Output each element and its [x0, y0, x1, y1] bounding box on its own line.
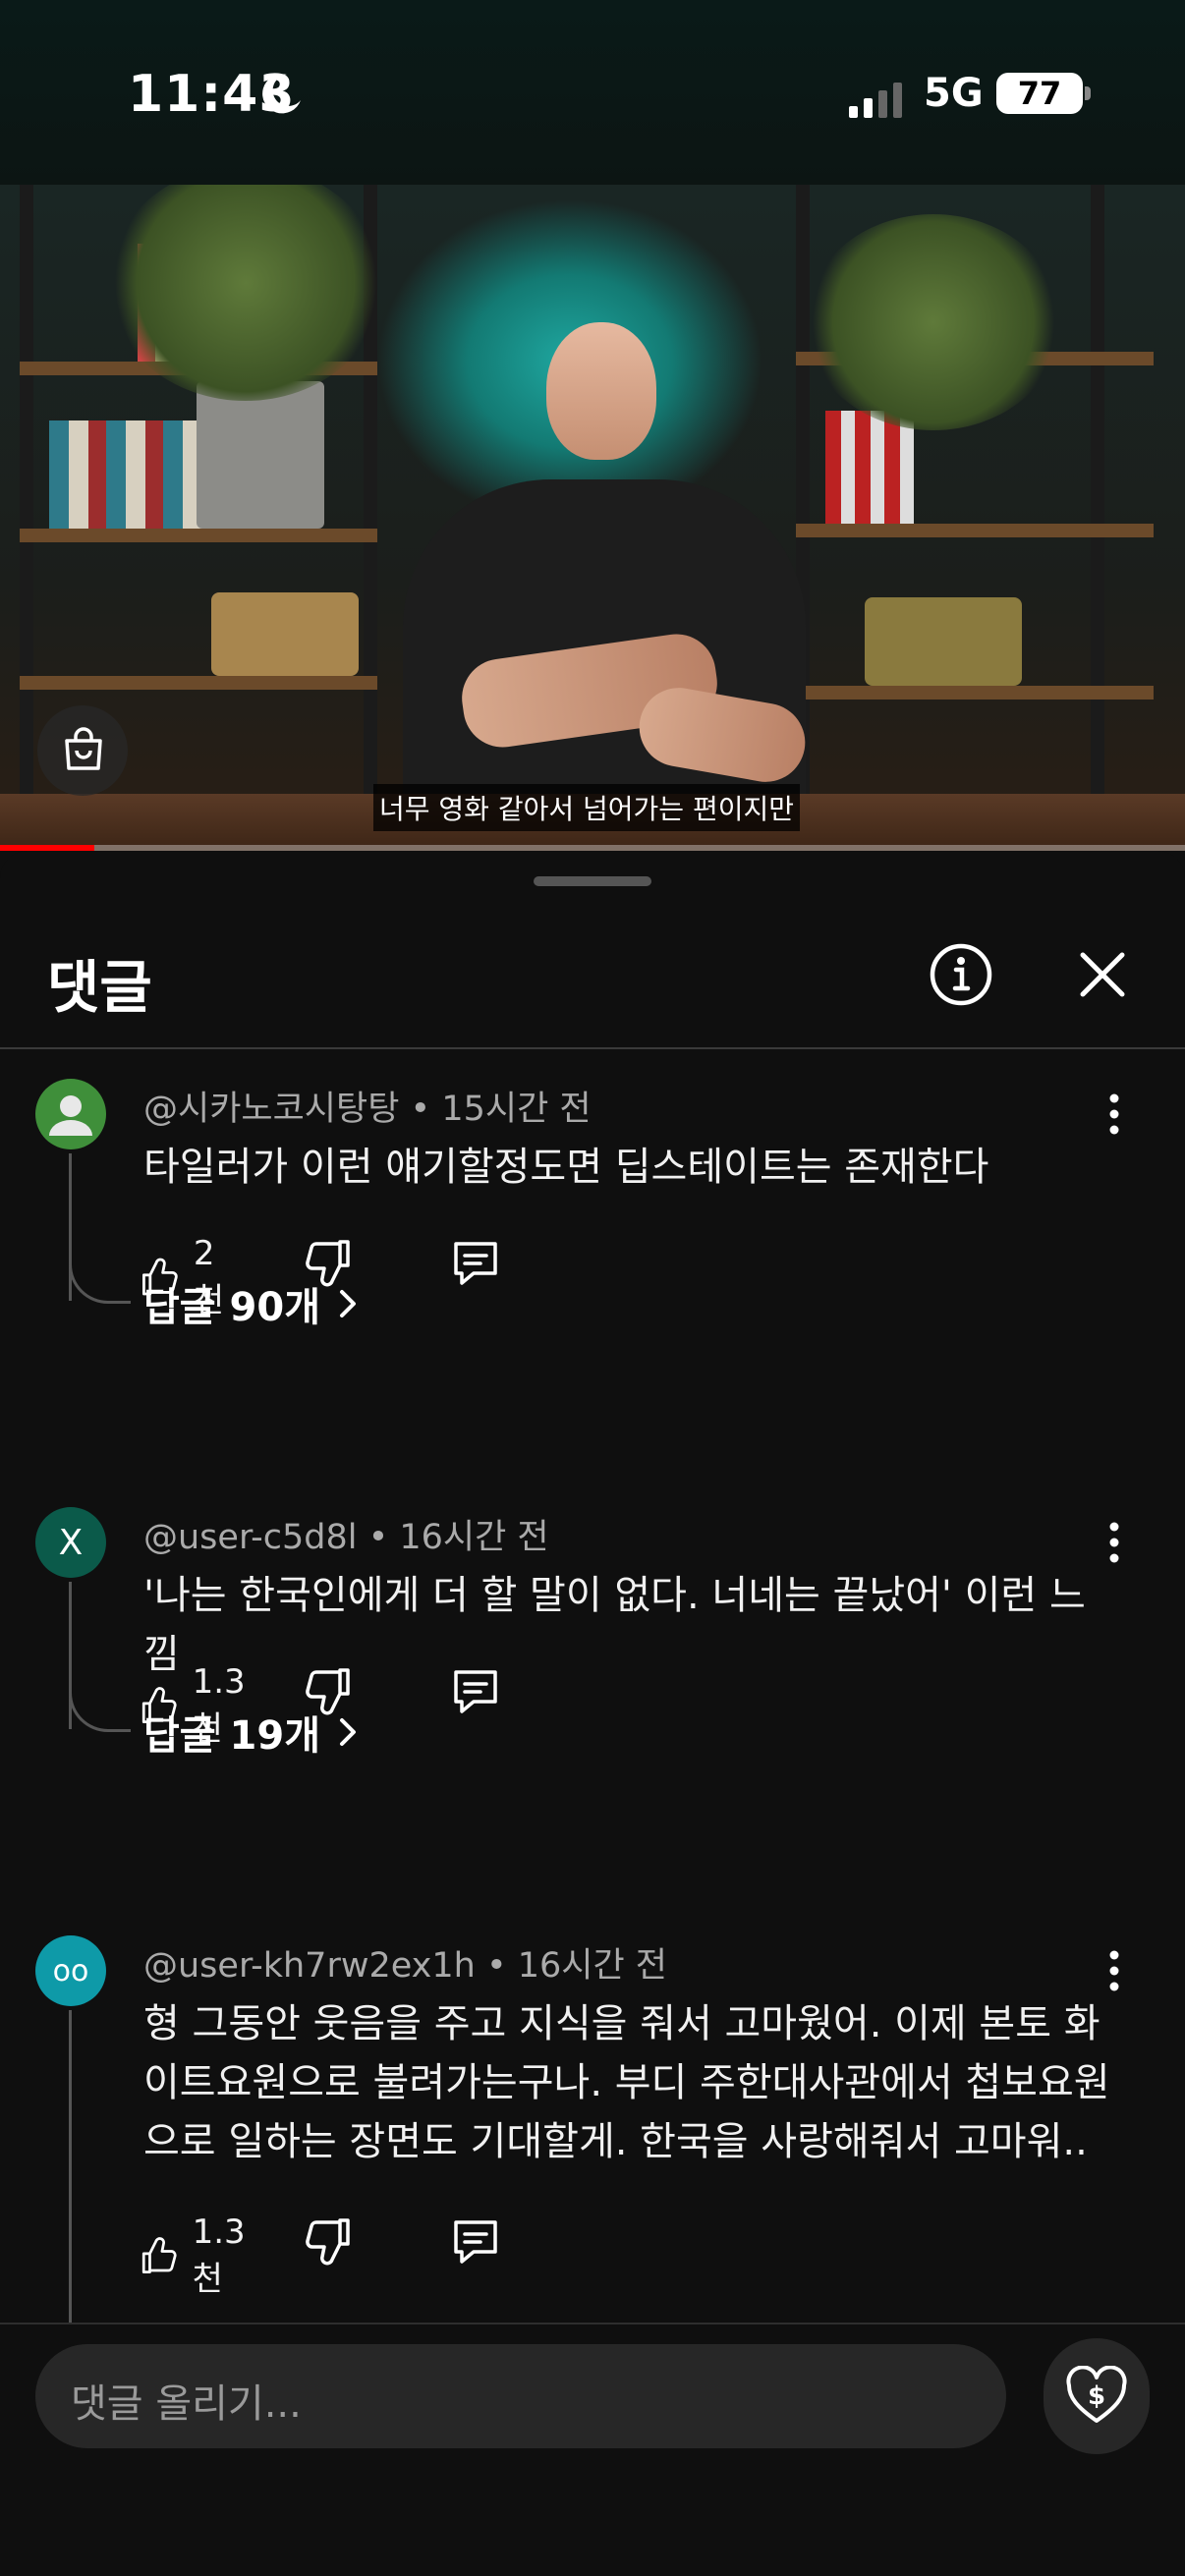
close-icon	[1080, 952, 1125, 997]
svg-text:$: $	[1088, 2381, 1105, 2411]
battery-tip	[1085, 86, 1091, 100]
basket	[211, 592, 359, 676]
avatar-letter: oo	[52, 1953, 89, 1988]
comment-item: @시카노코시탕탕 • 15시간 전 타일러가 이런 얘기할정도면 딥스테이트는 …	[0, 1079, 1185, 1334]
shopping-bag-button[interactable]	[37, 705, 128, 796]
thread-curve	[69, 1680, 131, 1732]
battery-icon: 77	[996, 73, 1083, 114]
avatar[interactable]: oo	[35, 1935, 106, 2006]
heart-dollar-icon: $	[1066, 2366, 1127, 2423]
comment-text: 타일러가 이런 얘기할정도면 딥스테이트는 존재한다	[143, 1145, 989, 1190]
thumbs-up-icon	[141, 2236, 177, 2273]
shelf-post	[1091, 185, 1104, 794]
sheet-title: 댓글	[47, 954, 152, 1021]
like-count: 1.3천	[192, 2212, 246, 2299]
reply-comment-icon	[454, 2220, 497, 2264]
more-options-button[interactable]	[1093, 1941, 1136, 2000]
comment-meta: @시카노코시탕탕 • 15시간 전	[143, 1081, 592, 1131]
composer-divider	[0, 2323, 1185, 2324]
thumbs-down-icon	[306, 2218, 350, 2266]
comment-author[interactable]: @user-kh7rw2ex1h	[143, 1946, 476, 1986]
close-button[interactable]	[1067, 939, 1138, 1010]
reply-button[interactable]	[448, 2212, 503, 2268]
more-vert-icon	[1109, 1522, 1119, 1563]
drag-handle[interactable]	[534, 876, 651, 886]
comment-text: 형 그동안 웃음을 주고 지식을 줘서 고마웠어. 이제 본토 화이트요원으로 …	[143, 2001, 1110, 2164]
more-vert-icon	[1109, 1950, 1119, 1991]
comment-item: oo @user-kh7rw2ex1h • 16시간 전 형 그동안 웃음을 주…	[0, 1935, 1185, 2323]
comment-author[interactable]: @시카노코시탕탕	[143, 1090, 399, 1129]
comment-item: X @user-c5d8l • 16시간 전 '나는 한국인에게 더 할 말이 …	[0, 1507, 1185, 1763]
reply-button[interactable]	[448, 1662, 503, 1717]
comment-time: 16시간 전	[517, 1946, 668, 1986]
meta-separator: •	[367, 1518, 400, 1557]
comment-input-placeholder: 댓글 올리기...	[71, 2381, 302, 2427]
thread-curve	[69, 1252, 131, 1304]
shelf-post	[20, 185, 33, 794]
plant	[806, 214, 1061, 430]
shopping-bag-icon	[65, 727, 102, 770]
shelf	[20, 529, 377, 542]
comment-author[interactable]: @user-c5d8l	[143, 1518, 357, 1557]
award-plaque	[197, 381, 324, 529]
video-player[interactable]: 너무 영화 같아서 넘어가는 편이지만	[0, 185, 1185, 851]
replies-label: 답글 19개	[143, 1713, 320, 1759]
avatar[interactable]: X	[35, 1507, 106, 1578]
shelf	[796, 524, 1154, 537]
network-type: 5G	[924, 71, 984, 116]
super-thanks-button[interactable]: $	[1044, 2338, 1150, 2454]
header-divider	[0, 1047, 1185, 1049]
video-caption: 너무 영화 같아서 넘어가는 편이지만	[373, 784, 801, 831]
comments-sheet: 댓글 @시카노코시탕탕 • 15시간 전 타일러가 이런 얘기할정도면 딥스테이…	[0, 851, 1185, 2576]
basket	[865, 597, 1022, 686]
status-bar: 11:43 5G 77	[0, 0, 1185, 185]
more-options-button[interactable]	[1093, 1513, 1136, 1572]
shelf	[796, 686, 1154, 700]
chevron-right-icon	[340, 1718, 356, 1746]
comment-time: 15시간 전	[441, 1090, 592, 1129]
view-replies-button[interactable]: 답글 90개	[143, 1275, 367, 1332]
shelf	[20, 676, 377, 690]
comment-input[interactable]: 댓글 올리기...	[35, 2344, 1006, 2448]
comment-time: 16시간 전	[399, 1518, 549, 1557]
comment-text: '나는 한국인에게 더 할 말이 없다. 너네는 끝났어' 이런 느낌	[143, 1573, 1086, 1677]
avatar[interactable]	[35, 1079, 106, 1149]
comment-meta: @user-kh7rw2ex1h • 16시간 전	[143, 1937, 667, 1988]
view-replies-button[interactable]: 답글 19개	[143, 1704, 367, 1761]
presenter-head	[546, 322, 656, 460]
default-user-icon	[49, 1095, 92, 1136]
signal-icon	[849, 83, 902, 118]
info-button[interactable]	[926, 939, 996, 1010]
meta-separator: •	[485, 1946, 518, 1986]
replies-label: 답글 90개	[143, 1285, 320, 1330]
reply-comment-icon	[454, 1670, 497, 1713]
reply-comment-icon	[454, 1242, 497, 1285]
dislike-button[interactable]	[301, 2212, 356, 2268]
chevron-right-icon	[340, 1290, 356, 1317]
meta-separator: •	[410, 1090, 442, 1129]
like-button[interactable]: 1.3천	[138, 2212, 257, 2300]
more-options-button[interactable]	[1093, 1085, 1136, 1144]
more-vert-icon	[1109, 1093, 1119, 1135]
avatar-letter: X	[58, 1522, 84, 1563]
comment-meta: @user-c5d8l • 16시간 전	[143, 1509, 549, 1559]
books	[825, 411, 914, 524]
moon-icon	[262, 74, 301, 114]
thread-line	[69, 2010, 72, 2323]
info-icon	[930, 943, 992, 1006]
reply-button[interactable]	[448, 1234, 503, 1289]
